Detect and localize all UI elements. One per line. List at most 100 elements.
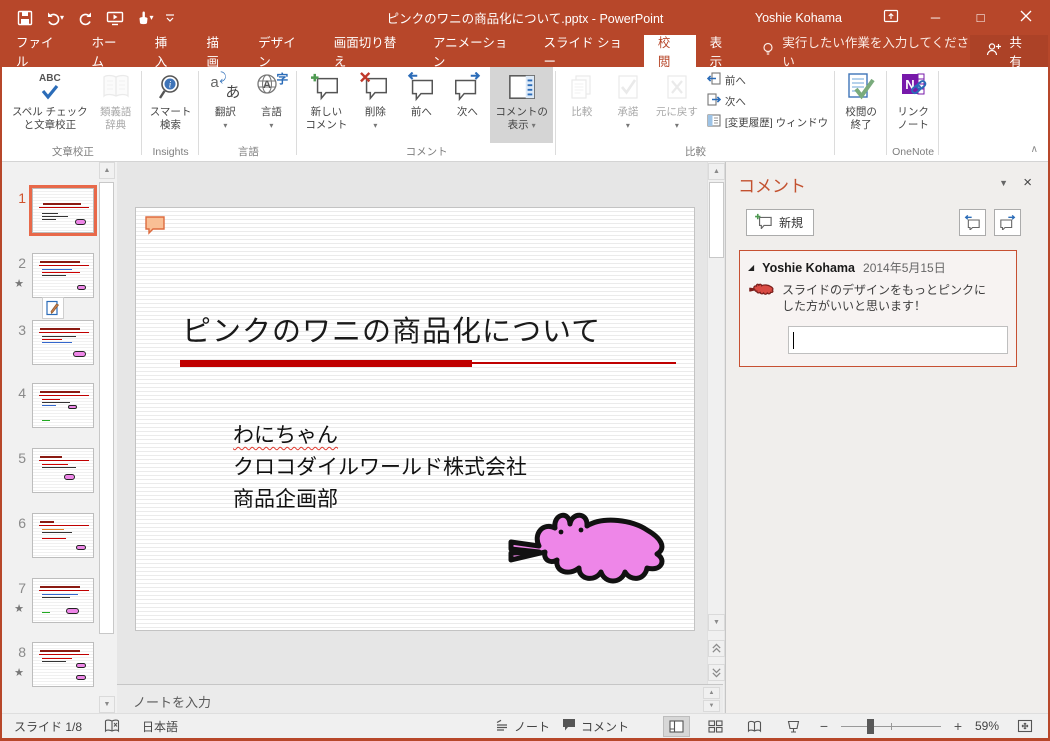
tab-animations[interactable]: アニメーション: [419, 35, 530, 67]
next-comment-button[interactable]: 次へ: [444, 67, 490, 143]
notes-toggle-button[interactable]: ノート: [495, 718, 550, 735]
touch-mouse-mode-button[interactable]: ▾: [132, 5, 158, 31]
slide-indicator[interactable]: スライド 1/8: [14, 718, 82, 735]
slide-body-line1[interactable]: わにちゃん: [233, 420, 527, 452]
thumbnail-scrollbar[interactable]: ▲ ▼: [99, 162, 115, 713]
scroll-up-icon[interactable]: ▲: [99, 162, 115, 179]
thumbnail-image[interactable]: [32, 513, 94, 558]
thumbnail-image[interactable]: [32, 188, 94, 233]
linked-notes-button[interactable]: N リンクノート: [890, 67, 936, 143]
thumbnail-image[interactable]: [32, 448, 94, 493]
tab-home[interactable]: ホーム: [77, 35, 140, 67]
thumbnail-image[interactable]: [32, 383, 94, 428]
comment-marker-icon[interactable]: [144, 215, 166, 238]
spell-check-status-icon[interactable]: [104, 719, 120, 733]
tab-review[interactable]: 校閲: [644, 35, 696, 67]
undo-button[interactable]: ▾: [42, 5, 68, 31]
tab-transitions[interactable]: 画面切り替え: [320, 35, 419, 67]
slide-canvas[interactable]: ピンクのワニの商品化について わにちゃん クロコダイルワールド株式会社 商品企画…: [135, 207, 695, 631]
share-button[interactable]: 共有: [970, 35, 1048, 67]
accept-button[interactable]: 承諾▾: [605, 67, 651, 143]
pane-close-icon[interactable]: ×: [1023, 174, 1032, 191]
next-slide-button[interactable]: [708, 664, 725, 681]
thumbnail-image[interactable]: [32, 320, 94, 365]
redo-button[interactable]: [72, 5, 98, 31]
comments-toggle-button[interactable]: コメント: [562, 718, 629, 735]
normal-view-button[interactable]: [663, 716, 690, 737]
fit-to-window-button[interactable]: [1011, 716, 1038, 737]
thesaurus-button[interactable]: 類義語辞典: [93, 67, 139, 143]
previous-comment-button[interactable]: 前へ: [398, 67, 444, 143]
slide-subtitle-block[interactable]: わにちゃん クロコダイルワールド株式会社 商品企画部: [233, 420, 527, 516]
pink-crocodile-drawing[interactable]: [498, 508, 670, 595]
notes-scrollbar[interactable]: ▲ ▼: [703, 687, 720, 713]
tell-me-box[interactable]: 実行したい作業を入力してください: [761, 35, 970, 67]
comment-reply-input[interactable]: [788, 326, 1008, 354]
slide-body-line3[interactable]: 商品企画部: [233, 484, 527, 516]
compare-button[interactable]: 比較: [559, 67, 605, 143]
minimize-button[interactable]: ─: [913, 0, 958, 35]
undo-dropdown[interactable]: ▾: [60, 13, 64, 22]
scrollbar-thumb[interactable]: [99, 182, 114, 634]
collapse-ribbon-button[interactable]: ∧: [1031, 144, 1038, 155]
tab-insert[interactable]: 挿入: [141, 35, 193, 67]
tab-draw[interactable]: 描画: [192, 35, 244, 67]
pane-options-icon[interactable]: ▼: [999, 178, 1008, 188]
notes-pane[interactable]: ノートを入力 ▲ ▼: [117, 684, 723, 713]
scrollbar-thumb[interactable]: [709, 182, 724, 258]
zoom-in-button[interactable]: +: [953, 718, 963, 734]
previous-comment-pane-button[interactable]: [959, 209, 986, 236]
customize-qat-button[interactable]: [162, 5, 178, 31]
end-review-button[interactable]: 校閲の終了: [838, 67, 884, 143]
new-comment-pane-button[interactable]: 新規: [746, 209, 814, 236]
comment-card[interactable]: ◢ Yoshie Kohama 2014年5月15日 スライドのデザインをもっと…: [739, 250, 1017, 367]
scroll-up-icon[interactable]: ▲: [703, 687, 720, 699]
slide-thumbnail-panel: 1 2 ★: [2, 162, 117, 713]
scroll-down-icon[interactable]: ▼: [708, 614, 725, 631]
thumbnail-image[interactable]: [32, 578, 94, 623]
slide-sorter-view-button[interactable]: [702, 716, 729, 737]
slide-body-line2[interactable]: クロコダイルワールド株式会社: [233, 452, 527, 484]
tab-file[interactable]: ファイル: [2, 35, 77, 67]
previous-change-button[interactable]: 前へ: [703, 71, 832, 89]
start-from-beginning-button[interactable]: [102, 5, 128, 31]
smart-lookup-button[interactable]: i スマート検索: [145, 67, 197, 143]
previous-slide-button[interactable]: [708, 640, 725, 657]
next-comment-pane-button[interactable]: [994, 209, 1021, 236]
scroll-down-icon[interactable]: ▼: [703, 700, 720, 712]
comments-pane: コメント ▼ × 新規 ◢ Yoshie Kohama 2014年5月15日: [725, 162, 1048, 713]
zoom-level[interactable]: 59%: [975, 719, 999, 733]
close-button[interactable]: [1003, 0, 1048, 35]
language-status[interactable]: 日本語: [142, 718, 178, 735]
next-change-button[interactable]: 次へ: [703, 92, 832, 110]
reading-view-button[interactable]: [741, 716, 768, 737]
collapse-comment-icon[interactable]: ◢: [748, 263, 754, 272]
new-comment-button[interactable]: 新しいコメント: [300, 67, 352, 143]
spell-check-button[interactable]: ABC スペル チェックと文章校正: [7, 67, 93, 143]
slide-scrollbar[interactable]: ▲ ▼: [707, 162, 724, 716]
ribbon-display-options-button[interactable]: [868, 0, 913, 35]
reject-button[interactable]: 元に戻す▾: [651, 67, 703, 143]
slideshow-view-button[interactable]: [780, 716, 807, 737]
touch-mode-dropdown[interactable]: ▾: [149, 13, 153, 22]
signed-in-user[interactable]: Yoshie Kohama: [755, 11, 842, 25]
maximize-button[interactable]: □: [958, 0, 1003, 35]
notes-placeholder[interactable]: ノートを入力: [133, 692, 211, 711]
tab-view[interactable]: 表示: [696, 35, 748, 67]
show-comments-button[interactable]: コメントの表示 ▾: [490, 67, 553, 143]
language-button[interactable]: A 字 言語▾: [248, 67, 294, 143]
zoom-slider[interactable]: [841, 716, 941, 737]
tab-slideshow[interactable]: スライド ショー: [529, 35, 643, 67]
thumbnail-image[interactable]: [32, 642, 94, 687]
delete-comment-button[interactable]: 削除▾: [352, 67, 398, 143]
tab-design[interactable]: デザイン: [244, 35, 319, 67]
translate-button[interactable]: a⤸あ 翻訳▾: [202, 67, 248, 143]
thumbnail-image[interactable]: [32, 253, 94, 298]
scroll-down-icon[interactable]: ▼: [99, 696, 115, 713]
save-button[interactable]: [12, 5, 38, 31]
scroll-up-icon[interactable]: ▲: [708, 163, 725, 180]
zoom-slider-thumb[interactable]: [867, 719, 874, 734]
reviewing-pane-button[interactable]: [変更履歴] ウィンドウ: [703, 113, 832, 131]
zoom-out-button[interactable]: −: [819, 718, 829, 734]
slide-title[interactable]: ピンクのワニの商品化について: [182, 308, 601, 350]
